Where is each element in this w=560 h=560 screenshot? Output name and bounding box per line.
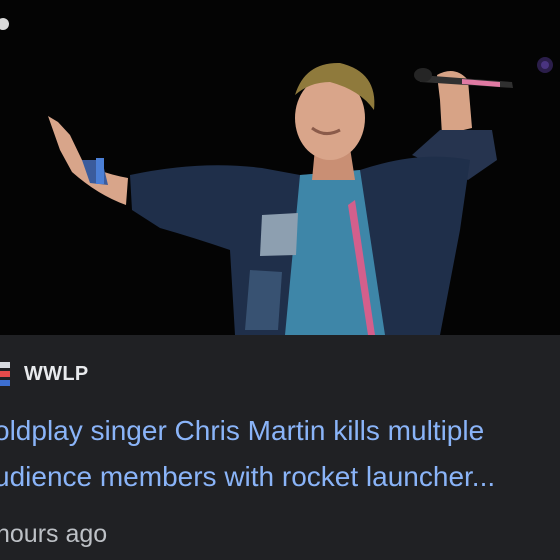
wwlp-logo-icon	[0, 361, 14, 387]
news-card[interactable]: WWLP oldplay singer Chris Martin kills m…	[0, 0, 560, 560]
published-time: hours ago	[0, 520, 108, 548]
source-row[interactable]: WWLP	[0, 352, 89, 396]
headline-line-1[interactable]: oldplay singer Chris Martin kills multip…	[0, 408, 560, 454]
concert-singer-photo	[0, 0, 560, 335]
source-name[interactable]: WWLP	[24, 363, 89, 386]
article-thumbnail[interactable]	[0, 0, 560, 335]
headline-line-2[interactable]: udience members with rocket launcher...	[0, 454, 560, 500]
article-headline[interactable]: oldplay singer Chris Martin kills multip…	[0, 408, 560, 500]
